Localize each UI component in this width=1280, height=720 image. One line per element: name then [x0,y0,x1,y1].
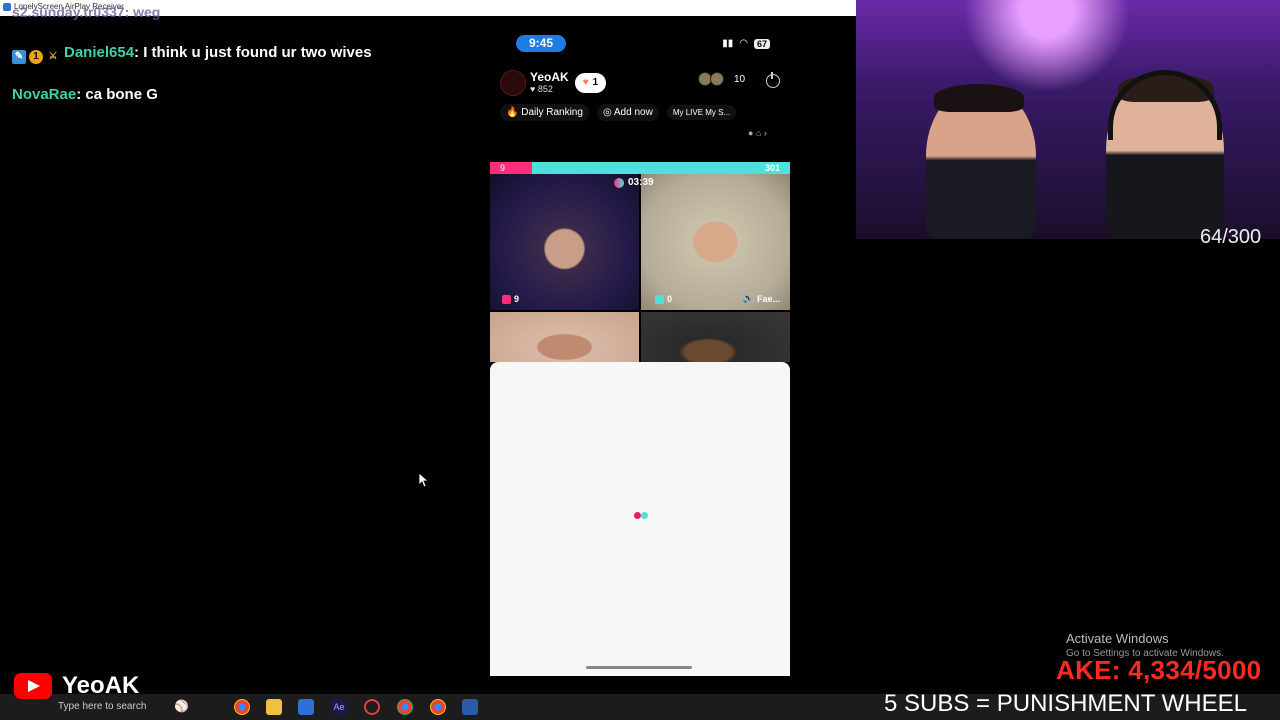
baseball-icon[interactable]: ⚾ [174,699,190,715]
timer-icon [614,177,624,188]
gift-icon [502,294,511,304]
viewer-avatar [710,72,724,86]
after-effects-icon[interactable]: Ae [331,699,347,715]
phone-screen: 9:45 ▮▮ ◠ 67 YeoAK ♥ 852 ♥ 1 10 🔥 Daily … [490,28,790,676]
hair [934,84,1024,112]
host-name: YeoAK [530,70,569,84]
battle-score-bar: 9 301 [490,162,790,174]
signal-icon: ▮▮ [722,38,734,49]
my-live-button[interactable]: My LIVE My S... [666,105,737,120]
status-icons: ▮▮ ◠ 67 [722,38,770,49]
mod-icon: ✎ [12,50,26,64]
cam-label: 9 [502,294,519,304]
heart-icon: ♥ [582,77,589,88]
airplay-icon[interactable] [462,699,478,715]
webcam-feed [856,0,1280,239]
chrome-icon[interactable] [397,699,413,715]
home-icon[interactable]: ● ⌂ › [748,128,767,138]
sword-icon: ⚔ [48,51,58,62]
activate-title: Activate Windows [1066,631,1169,646]
wifi-icon: ◠ [739,38,748,49]
chat-message: ✎ 1 ⚔ Daniel654: I think u just found ur… [12,44,372,64]
home-indicator[interactable] [586,666,692,669]
power-icon[interactable] [766,72,780,88]
viewer-count[interactable]: 10 [698,72,745,86]
chat-username: NovaRae [12,86,77,103]
avatar[interactable] [500,70,526,96]
add-now-button[interactable]: ◎ Add now [596,104,659,121]
likes-count: 852 [537,84,553,94]
left-score: 9 [500,163,506,173]
gift-icon [655,294,664,304]
cam-score: 0 [667,294,673,304]
rank-icon: 1 [29,50,43,64]
timer-text: 03:39 [628,177,654,188]
viewer-number: 10 [734,73,746,85]
status-time: 9:45 [516,35,566,52]
chat-message: NovaRae: ca bone G [12,86,158,103]
loading-sheet [490,362,790,676]
speaker-icon: 🔈 [742,293,754,303]
battle-timer: 03:39 [614,177,654,188]
cam-label: 🔈 Fae... [743,293,780,304]
right-score: 301 [764,163,780,173]
daily-ranking-label: Daily Ranking [521,107,583,118]
host-likes: ♥ 852 [530,84,553,94]
sub-goal-text: AKE: 4,334/5000 [1056,655,1262,685]
guest-cam[interactable] [641,312,790,362]
guest-cam[interactable]: 0 🔈 Fae... [641,174,790,310]
my-live-label: My LIVE My S... [672,108,731,117]
chat-faded-message: s2.sunday.tr0337: weg [12,4,161,20]
follow-count: 1 [592,77,599,88]
taskbar-search[interactable]: Type here to search [52,697,170,717]
cam-label: 0 [655,294,672,304]
chat-text: : ca bone G [76,86,158,103]
file-explorer-icon[interactable] [266,699,282,715]
channel-name: YeoAK [62,672,140,699]
guest-cam[interactable]: 9 [490,174,639,310]
daily-ranking-button[interactable]: 🔥 Daily Ranking [500,104,589,121]
channel-badge: YeoAK [14,672,139,700]
loading-spinner [634,512,648,519]
punishment-banner: 5 SUBS = PUNISHMENT WHEEL [884,690,1247,717]
chat-text: : I think u just found ur two wives [134,44,372,61]
chrome-icon[interactable] [234,699,250,715]
store-icon[interactable] [298,699,314,715]
app-icon[interactable] [364,699,380,715]
chrome-icon[interactable] [430,699,446,715]
guest-cam[interactable] [490,312,639,362]
cam-score: 9 [514,294,520,304]
app-icon [3,3,11,11]
host-profile[interactable]: YeoAK ♥ 852 ♥ 1 [500,70,607,96]
add-now-label: Add now [613,107,653,118]
cam-username: Fae... [756,293,780,304]
battery-icon: 67 [753,38,770,49]
rank-row: 🔥 Daily Ranking ◎ Add now My LIVE My S..… [500,104,737,121]
follow-button[interactable]: ♥ 1 [574,73,607,93]
youtube-icon [14,673,52,699]
chat-username: Daniel654 [64,44,135,61]
goal-counter: 64/300 [1200,226,1262,248]
